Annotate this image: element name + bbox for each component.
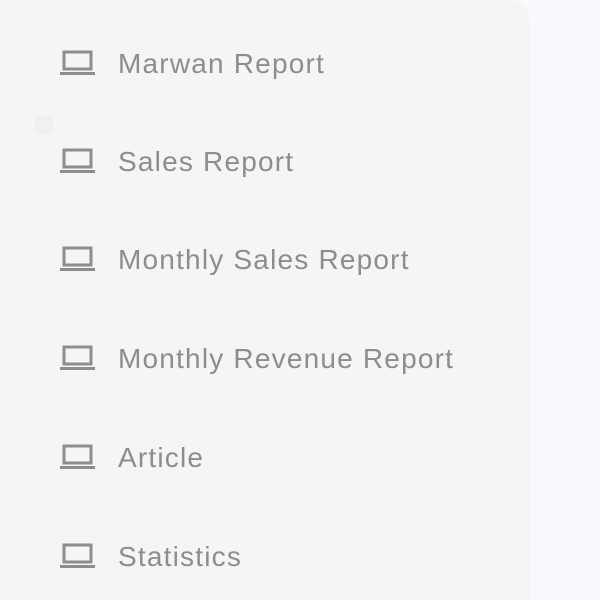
menu-item-label: Sales Report [118,146,295,177]
menu-item-label: Monthly Sales Report [118,244,410,275]
menu-item-monthly-revenue-report[interactable]: Monthly Revenue Report [0,328,530,390]
menu-item-monthly-sales-report[interactable]: Monthly Sales Report [0,229,530,291]
app-viewport: Marwan Report Sales Report Monthly Sales… [0,0,600,600]
laptop-icon [60,246,95,271]
menu-item-label: Article [118,442,205,473]
menu-item-marwan-report[interactable]: Marwan Report [0,33,530,95]
laptop-icon [60,148,95,173]
laptop-icon [60,543,95,568]
menu-item-label: Marwan Report [118,48,326,79]
laptop-icon [60,345,95,370]
menu-item-label: Monthly Revenue Report [118,343,455,374]
menu-item-label: Statistics [118,541,243,572]
menu-item-article[interactable]: Article [0,427,530,489]
laptop-icon [60,444,95,469]
laptop-icon [60,50,95,75]
menu-item-statistics[interactable]: Statistics [0,526,530,588]
menu-item-sales-report[interactable]: Sales Report [0,131,530,193]
report-menu-panel: Marwan Report Sales Report Monthly Sales… [0,0,530,600]
content-area-edge [546,0,600,600]
